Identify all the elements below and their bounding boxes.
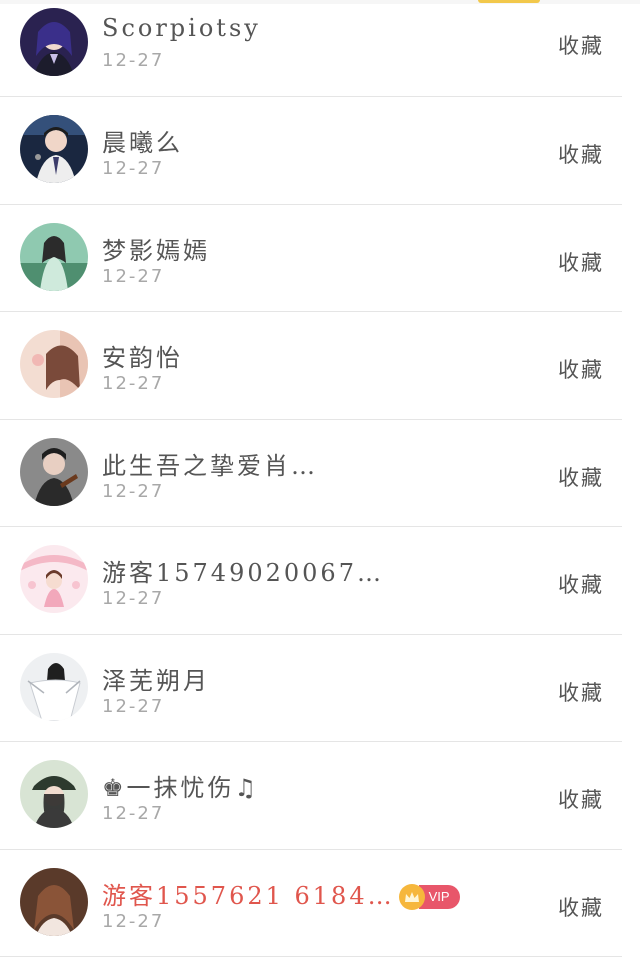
avatar[interactable]: [20, 115, 88, 183]
user-name[interactable]: 游客15749020067…: [102, 553, 384, 588]
user-name[interactable]: 此生吾之挚爱肖…: [102, 446, 318, 481]
user-name[interactable]: 梦影嫣嫣: [102, 231, 210, 266]
avatar[interactable]: [20, 545, 88, 613]
vip-label: VIP: [418, 885, 460, 909]
avatar[interactable]: [20, 8, 88, 76]
avatar[interactable]: [20, 760, 88, 828]
avatar[interactable]: [20, 222, 88, 291]
date-label: 12-27: [102, 265, 165, 287]
favorite-button[interactable]: 收藏: [558, 247, 604, 277]
avatar[interactable]: [20, 437, 88, 506]
user-name-text: 游客1557621 6184…: [102, 881, 395, 910]
list-item[interactable]: 泽芜朔月 12-27 收藏: [0, 635, 622, 742]
date-label: 12-27: [102, 50, 165, 71]
user-name[interactable]: 泽芜朔月: [102, 661, 210, 696]
favorite-button[interactable]: 收藏: [558, 677, 604, 707]
list-item[interactable]: 游客15749020067… 12-27 收藏: [0, 527, 622, 635]
date-label: 12-27: [102, 158, 165, 179]
user-name[interactable]: 安韵怡: [102, 338, 183, 373]
list-item[interactable]: ♚一抹忧伤♫ 12-27 收藏: [0, 742, 622, 850]
list-item[interactable]: 安韵怡 12-27 收藏: [0, 312, 622, 420]
list-item[interactable]: 晨曦么 12-27 收藏: [0, 97, 622, 205]
user-name[interactable]: 游客1557621 6184… VIP: [102, 876, 460, 911]
list-item[interactable]: Scorpiotsy 12-27 收藏: [0, 4, 622, 97]
favorite-button[interactable]: 收藏: [558, 569, 604, 599]
date-label: 12-27: [102, 910, 165, 932]
date-label: 12-27: [102, 373, 165, 394]
date-label: 12-27: [102, 695, 165, 717]
user-name[interactable]: ♚一抹忧伤♫: [102, 768, 259, 803]
date-label: 12-27: [102, 588, 165, 609]
list-item[interactable]: 此生吾之挚爱肖… 12-27 收藏: [0, 420, 622, 527]
crown-icon: [398, 884, 425, 910]
user-list: Scorpiotsy 12-27 收藏 晨曦么 12-27 收藏 梦影嫣嫣 12…: [0, 4, 640, 957]
favorite-button[interactable]: 收藏: [558, 784, 604, 814]
date-label: 12-27: [102, 480, 165, 502]
favorite-button[interactable]: 收藏: [558, 462, 604, 492]
list-item[interactable]: 游客1557621 6184… VIP 12-27 收藏: [0, 850, 622, 957]
list-item[interactable]: 梦影嫣嫣 12-27 收藏: [0, 205, 622, 312]
favorite-button[interactable]: 收藏: [558, 30, 604, 60]
favorite-button[interactable]: 收藏: [558, 139, 604, 169]
favorite-button[interactable]: 收藏: [558, 354, 604, 384]
avatar[interactable]: [20, 330, 88, 398]
vip-badge: VIP: [398, 884, 460, 910]
date-label: 12-27: [102, 803, 165, 824]
avatar[interactable]: [20, 867, 88, 936]
avatar[interactable]: [20, 652, 88, 721]
favorite-button[interactable]: 收藏: [558, 892, 604, 922]
tab-indicator: [478, 0, 540, 3]
favorites-list-screen: Scorpiotsy 12-27 收藏 晨曦么 12-27 收藏 梦影嫣嫣 12…: [0, 0, 640, 972]
user-name[interactable]: 晨曦么: [102, 123, 183, 158]
user-name[interactable]: Scorpiotsy: [102, 14, 261, 42]
